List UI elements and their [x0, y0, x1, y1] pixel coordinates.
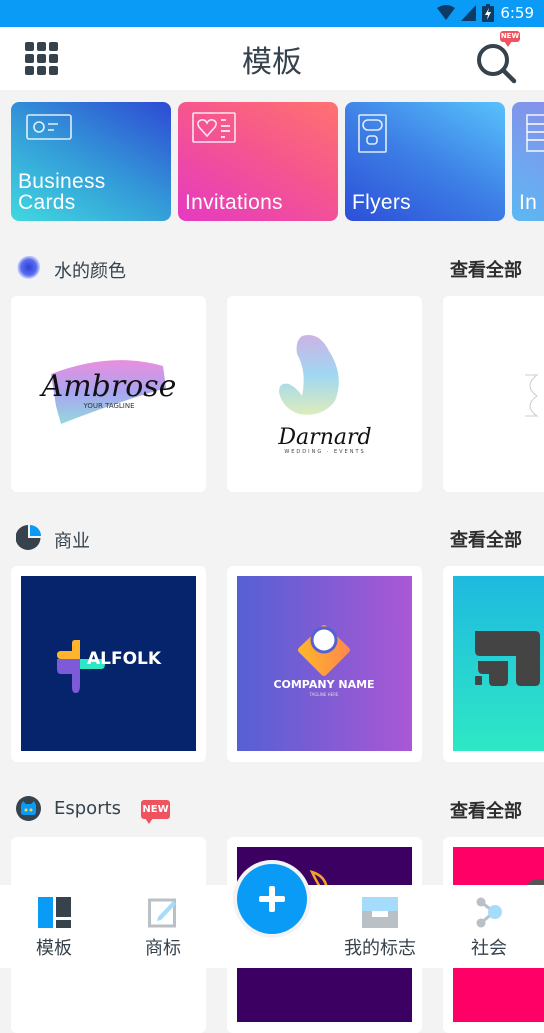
template-thumbnail-ambrose: Ambrose YOUR TAGLINE [39, 360, 177, 424]
template-card[interactable]: Darnard WEDDING · EVENTS [227, 296, 422, 492]
view-all-link[interactable]: 查看全部 [450, 797, 522, 823]
esports-new-badge: NEW [141, 800, 170, 824]
template-card[interactable]: Ambrose YOUR TAGLINE [11, 296, 206, 492]
logo-text: ALFOLK [87, 649, 162, 669]
infographic-icon [526, 114, 544, 152]
page-title: 模板 [242, 45, 302, 80]
template-card[interactable] [443, 566, 544, 762]
nav-label: 模板 [36, 938, 72, 959]
category-business-cards[interactable]: Business Cards [11, 102, 171, 221]
template-row-business[interactable]: ALFOLK COMPANY NAME TAGLINE HERE [0, 566, 544, 762]
category-infographics[interactable]: In [512, 102, 544, 221]
search-button[interactable]: NEW [472, 31, 522, 85]
wifi-icon [437, 5, 456, 20]
cell-signal-icon [461, 5, 477, 21]
watercolor-icon [17, 255, 40, 279]
logo-text: Darnard [277, 425, 371, 450]
template-card[interactable]: COMPANY NAME TAGLINE HERE [227, 566, 422, 762]
cat-mascot-icon [16, 796, 41, 821]
pie-chart-icon [16, 525, 41, 550]
logo-tagline: YOUR TAGLINE [82, 402, 134, 410]
plus-icon [259, 886, 285, 912]
nav-label: 商标 [145, 938, 181, 959]
edit-logo-icon [148, 898, 176, 928]
invitation-icon [192, 112, 236, 143]
category-label: Invitations [185, 191, 283, 214]
section-title: 水的颜色 [54, 261, 126, 282]
logo-tagline: TAGLINE HERE [309, 692, 339, 697]
nav-logo-editor[interactable]: 商标 [123, 897, 203, 960]
view-all-link[interactable]: 查看全部 [450, 526, 522, 552]
template-row-watercolor[interactable]: Ambrose YOUR TAGLINE Darnard WEDDING · E… [0, 296, 544, 492]
nav-my-logos[interactable]: 我的标志 [340, 897, 420, 960]
template-thumbnail-company-name: COMPANY NAME TAGLINE HERE [273, 625, 375, 697]
section-header-esports: Esports NEW 查看全部 [0, 794, 544, 824]
flyer-icon [358, 114, 387, 153]
template-thumbnail-partial-logo [475, 631, 540, 686]
view-all-link[interactable]: 查看全部 [450, 256, 522, 282]
category-carousel[interactable]: Business Cards Invitations Flyers In [0, 102, 544, 221]
category-invitations[interactable]: Invitations [178, 102, 338, 221]
section-header-watercolor: 水的颜色 查看全部 [0, 253, 544, 283]
template-card[interactable] [443, 296, 544, 492]
template-thumbnail-partial [525, 374, 539, 417]
battery-charging-icon [482, 4, 495, 22]
status-time: 6:59 [500, 4, 534, 22]
template-thumbnail-darnard: Darnard WEDDING · EVENTS [277, 335, 372, 455]
nav-label: 我的标志 [344, 938, 416, 959]
category-label: Flyers [352, 191, 411, 214]
nav-templates[interactable]: 模板 [14, 897, 94, 960]
logo-tagline: WEDDING · EVENTS [284, 449, 365, 455]
category-flyers[interactable]: Flyers [345, 102, 505, 221]
templates-icon [37, 897, 71, 928]
logo-text: Ambrose [39, 369, 177, 404]
section-title: 商业 [54, 531, 90, 552]
category-label: Business Cards [18, 170, 106, 214]
share-icon [476, 897, 502, 928]
category-label: In [519, 191, 538, 214]
template-card[interactable]: ALFOLK [11, 566, 206, 762]
app-bar: 模板 NEW [0, 27, 544, 90]
my-logos-tray-icon [362, 897, 398, 928]
section-header-business: 商业 查看全部 [0, 523, 544, 553]
logo-text: COMPANY NAME [273, 678, 374, 691]
template-thumbnail-alfolk: ALFOLK [57, 640, 162, 693]
section-title: Esports [54, 798, 122, 819]
search-new-badge: NEW [500, 31, 520, 47]
business-card-icon [26, 114, 72, 140]
nav-label: 社会 [471, 938, 507, 959]
nav-social[interactable]: 社会 [449, 897, 529, 960]
create-fab-button[interactable] [237, 864, 307, 934]
status-bar: 6:59 [0, 0, 544, 27]
search-icon [477, 44, 517, 84]
